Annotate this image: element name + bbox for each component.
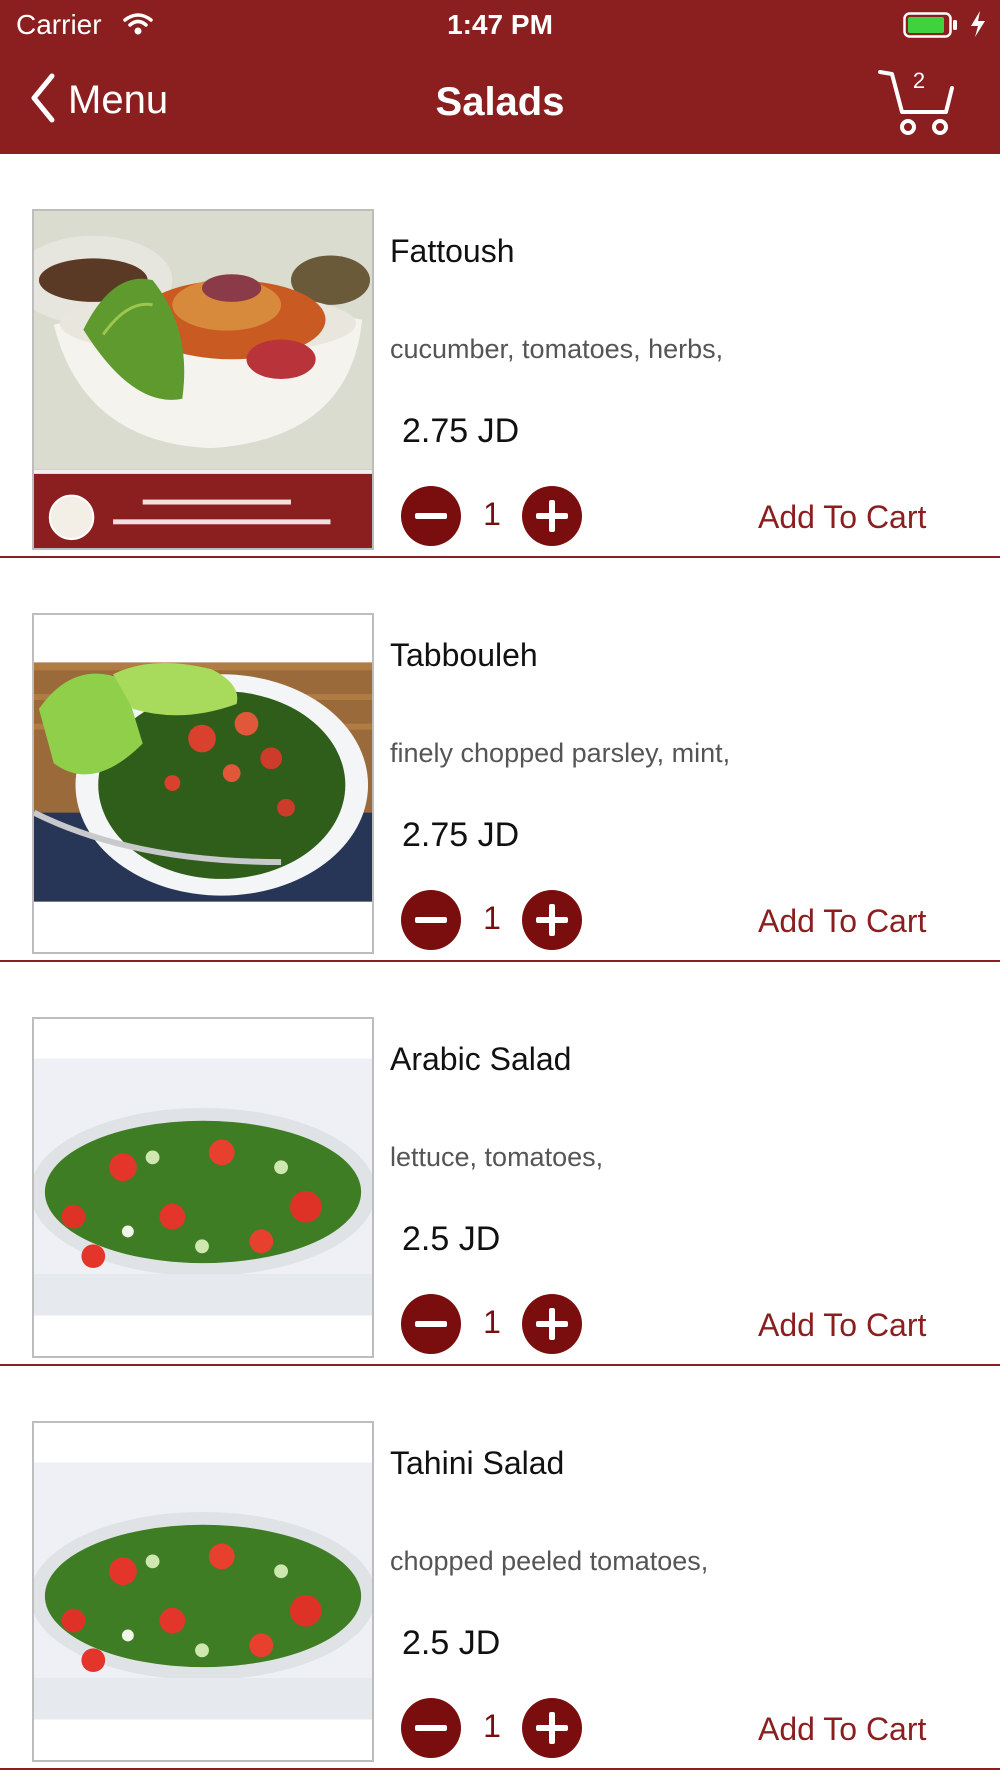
cart-count-badge: 2 (912, 68, 926, 93)
add-to-cart-button[interactable]: Add To Cart (758, 903, 926, 940)
item-description: chopped peeled tomatoes, (390, 1546, 709, 1576)
quantity-value: 1 (483, 496, 501, 532)
increase-quantity-button[interactable] (522, 486, 582, 546)
add-to-cart-button[interactable]: Add To Cart (758, 1711, 926, 1748)
item-price: 2.75 JD (402, 412, 520, 450)
decrease-quantity-button[interactable] (401, 1698, 461, 1758)
tabbouleh-photo (34, 615, 372, 952)
battery-icon (903, 12, 959, 38)
item-description: cucumber, tomatoes, herbs, (390, 334, 724, 364)
item-name: Tahini Salad (390, 1445, 565, 1481)
navigation-bar: Menu Salads 2 (0, 50, 1000, 154)
decrease-quantity-button[interactable] (401, 1294, 461, 1354)
item-name: Fattoush (390, 233, 515, 269)
arabic-salad-photo (34, 1019, 372, 1356)
item-image (32, 1421, 374, 1762)
clock: 1:47 PM (447, 9, 553, 40)
list-item: Tabbouleh finely chopped parsley, mint, … (0, 558, 1000, 962)
decrease-quantity-button[interactable] (401, 486, 461, 546)
decrease-quantity-button[interactable] (401, 890, 461, 950)
cart-button[interactable]: 2 (876, 66, 960, 140)
item-name: Arabic Salad (390, 1041, 572, 1077)
item-image (32, 613, 374, 954)
list-item: Fattoush cucumber, tomatoes, herbs, 2.75… (0, 154, 1000, 558)
quantity-value: 1 (483, 1708, 501, 1744)
list-item: Arabic Salad lettuce, tomatoes, 2.5 JD 1… (0, 962, 1000, 1366)
item-price: 2.5 JD (402, 1624, 501, 1662)
increase-quantity-button[interactable] (522, 1294, 582, 1354)
quantity-value: 1 (483, 900, 501, 936)
item-image (32, 209, 374, 550)
item-image (32, 1017, 374, 1358)
menu-item-list: Fattoush cucumber, tomatoes, herbs, 2.75… (0, 154, 1000, 1770)
app-header: Carrier 1:47 PM Menu Salads 2 (0, 0, 1000, 154)
item-price: 2.5 JD (402, 1220, 501, 1258)
tahini-salad-photo (34, 1423, 372, 1760)
status-bar: Carrier 1:47 PM (0, 0, 1000, 50)
quantity-value: 1 (483, 1304, 501, 1340)
add-to-cart-button[interactable]: Add To Cart (758, 1307, 926, 1344)
add-to-cart-button[interactable]: Add To Cart (758, 499, 926, 536)
charging-bolt-icon (968, 10, 988, 43)
increase-quantity-button[interactable] (522, 1698, 582, 1758)
increase-quantity-button[interactable] (522, 890, 582, 950)
item-description: lettuce, tomatoes, (390, 1142, 604, 1172)
item-description: finely chopped parsley, mint, (390, 738, 731, 768)
fattoush-photo (34, 211, 372, 548)
page-title: Salads (435, 80, 565, 124)
item-name: Tabbouleh (390, 637, 538, 673)
list-item: Tahini Salad chopped peeled tomatoes, 2.… (0, 1366, 1000, 1770)
item-price: 2.75 JD (402, 816, 520, 854)
